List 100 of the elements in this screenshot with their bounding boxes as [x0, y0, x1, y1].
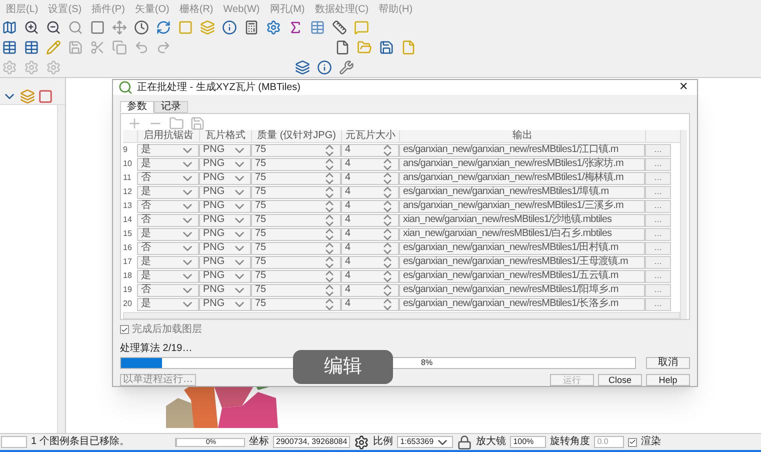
format-select[interactable]: PNG	[199, 200, 251, 213]
column-header[interactable]: 输出	[399, 130, 645, 142]
render-label[interactable]: 渲染	[641, 437, 662, 447]
vertical-scrollbar[interactable]	[680, 130, 687, 320]
ruler-icon[interactable]	[332, 20, 347, 34]
column-header[interactable]: 质量 (仅针对JPG)	[251, 130, 341, 142]
save-icon[interactable]	[379, 40, 394, 54]
app-icon[interactable]	[118, 80, 133, 95]
browse-button[interactable]: …	[645, 298, 671, 311]
browse-button[interactable]: …	[645, 242, 671, 255]
format-select[interactable]: PNG	[199, 270, 251, 283]
grid-icon[interactable]	[2, 40, 17, 54]
checkbox[interactable]	[120, 325, 129, 334]
tile-size-spinbox[interactable]: 4	[341, 200, 399, 213]
refresh-icon[interactable]	[156, 20, 171, 34]
browse-button[interactable]: …	[645, 200, 671, 213]
quality-spinbox[interactable]: 75	[251, 284, 341, 297]
browse-button[interactable]: …	[645, 256, 671, 269]
tile-size-spinbox[interactable]: 4	[341, 228, 399, 241]
layers-icon[interactable]	[295, 60, 310, 74]
output-field[interactable]: es/ganxian_new/ganxian_new/resMBtiles1/五云镇.m	[399, 270, 645, 283]
quality-spinbox[interactable]: 75	[251, 298, 341, 311]
quality-spinbox[interactable]: 75	[251, 214, 341, 227]
folder-icon[interactable]	[169, 116, 184, 131]
tile-size-spinbox[interactable]: 4	[341, 270, 399, 283]
dialog-button[interactable]: Help	[646, 374, 690, 386]
format-select[interactable]: PNG	[199, 256, 251, 269]
tab[interactable]: 参数	[120, 101, 154, 114]
antialias-select[interactable]: 是	[137, 298, 199, 311]
browse-button[interactable]: …	[645, 228, 671, 241]
column-header[interactable]: 元瓦片大小	[341, 130, 399, 142]
output-field[interactable]: xian_new/ganxian_new/resMBtiles1/沙地镇.mbtiles	[399, 214, 645, 227]
format-select[interactable]: PNG	[199, 298, 251, 311]
checkbox-label[interactable]: 完成后加载图层	[132, 324, 202, 335]
antialias-select[interactable]: 否	[137, 214, 199, 227]
pan-icon[interactable]	[112, 20, 127, 34]
format-select[interactable]: PNG	[199, 186, 251, 199]
browse-button[interactable]: …	[645, 144, 671, 157]
zoom-out-icon[interactable]	[46, 20, 61, 34]
output-field[interactable]: es/ganxian_new/ganxian_new/resMBtiles1/埠镇.m	[399, 186, 645, 199]
tile-size-spinbox[interactable]: 4	[341, 214, 399, 227]
pencil-icon[interactable]	[46, 40, 61, 54]
new-file-icon[interactable]	[335, 40, 350, 54]
output-field[interactable]: es/ganxian_new/ganxian_new/resMBtiles1/江口镇.m	[399, 144, 645, 157]
horizontal-scrollbar[interactable]	[123, 312, 680, 320]
tile-size-spinbox[interactable]: 4	[341, 298, 399, 311]
close-button[interactable]: ✕	[675, 82, 692, 93]
output-field[interactable]: ans/ganxian_new/ganxian_new/resMBtiles1/三溪乡.m	[399, 200, 645, 213]
output-field[interactable]: es/ganxian_new/ganxian_new/resMBtiles1/长洛乡.m	[399, 298, 645, 311]
info-icon[interactable]	[317, 60, 332, 74]
undo-icon[interactable]	[134, 40, 149, 54]
antialias-select[interactable]: 是	[137, 270, 199, 283]
calculator-icon[interactable]	[244, 20, 259, 34]
antialias-select[interactable]: 是	[137, 228, 199, 241]
tile-size-spinbox[interactable]: 4	[341, 186, 399, 199]
layers-icon[interactable]	[20, 88, 35, 104]
output-field[interactable]: es/ganxian_new/ganxian_new/resMBtiles1/王母渡镇.m	[399, 256, 645, 269]
tile-size-spinbox[interactable]: 4	[341, 242, 399, 255]
output-field[interactable]: es/ganxian_new/ganxian_new/resMBtiles1/田村镇.m	[399, 242, 645, 255]
output-field[interactable]: es/ganxian_new/ganxian_new/resMBtiles1/阳埠乡.m	[399, 284, 645, 297]
document-icon[interactable]	[401, 40, 416, 54]
quality-spinbox[interactable]: 75	[251, 200, 341, 213]
column-header[interactable]: 启用抗锯齿	[137, 130, 199, 142]
antialias-select[interactable]: 否	[137, 242, 199, 255]
output-field[interactable]: xian_new/ganxian_new/resMBtiles1/白石乡.mbtiles	[399, 228, 645, 241]
scissors-icon[interactable]	[90, 40, 105, 54]
format-select[interactable]: PNG	[199, 158, 251, 171]
clock-icon[interactable]	[134, 20, 149, 34]
table-icon[interactable]	[310, 20, 325, 34]
antialias-select[interactable]: 否	[137, 172, 199, 185]
antialias-select[interactable]: 否	[137, 284, 199, 297]
info-icon[interactable]	[222, 20, 237, 34]
format-select[interactable]: PNG	[199, 172, 251, 185]
quality-spinbox[interactable]: 75	[251, 144, 341, 157]
redo-icon[interactable]	[156, 40, 171, 54]
scale-combobox[interactable]: 1:653369	[397, 436, 454, 448]
output-field[interactable]: ans/ganxian_new/ganxian_new/resMBtiles1/张家坊.m	[399, 158, 645, 171]
format-select[interactable]: PNG	[199, 284, 251, 297]
quality-spinbox[interactable]: 75	[251, 228, 341, 241]
add-icon[interactable]	[127, 116, 142, 131]
browse-button[interactable]: …	[645, 172, 671, 185]
render-checkbox[interactable]	[628, 438, 638, 446]
format-select[interactable]: PNG	[199, 214, 251, 227]
antialias-select[interactable]: 是	[137, 186, 199, 199]
tile-size-spinbox[interactable]: 4	[341, 144, 399, 157]
locator-field[interactable]	[1, 436, 27, 448]
antialias-select[interactable]: 是	[137, 256, 199, 269]
table-icon[interactable]	[24, 40, 39, 54]
tab[interactable]: 记录	[154, 101, 188, 114]
dialog-button[interactable]: Close	[598, 374, 642, 386]
pan-map-icon[interactable]	[2, 20, 17, 34]
magnifier-spinbox[interactable]: 100%	[510, 436, 546, 448]
folder-icon[interactable]	[357, 40, 372, 54]
scrollbar[interactable]	[57, 105, 65, 433]
browse-button[interactable]: …	[645, 270, 671, 283]
cancel-button[interactable]: 取消	[646, 357, 690, 369]
format-select[interactable]: PNG	[199, 228, 251, 241]
quality-spinbox[interactable]: 75	[251, 158, 341, 171]
format-select[interactable]: PNG	[199, 242, 251, 255]
settings-icon[interactable]	[266, 20, 281, 34]
